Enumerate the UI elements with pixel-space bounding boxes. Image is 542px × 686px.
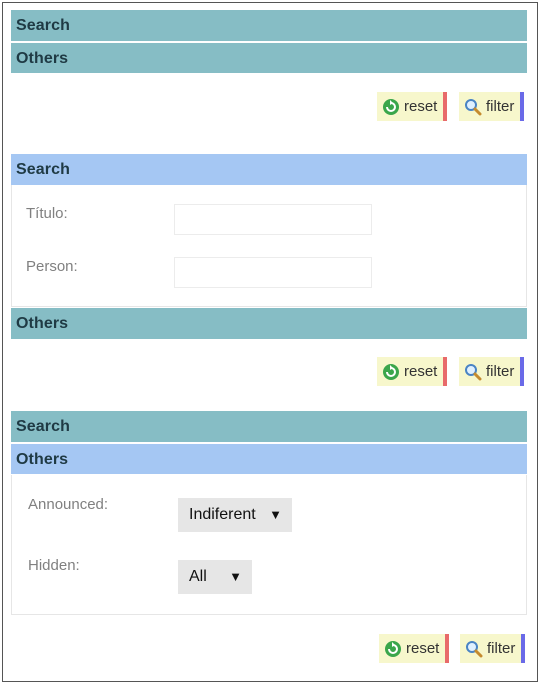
section-header-search-3[interactable]: Search xyxy=(11,411,527,442)
filter-button-2[interactable]: filter xyxy=(459,357,525,386)
section-header-search-2[interactable]: Search xyxy=(11,154,527,185)
section-header-others-1[interactable]: Others xyxy=(11,42,527,73)
announced-select-value: Indiferent xyxy=(189,506,256,523)
search-fields-panel: Título: Person: xyxy=(11,185,527,307)
reset-label: reset xyxy=(404,98,438,115)
section-header-search-1[interactable]: Search xyxy=(11,10,527,41)
reset-button-2[interactable]: reset xyxy=(377,357,448,386)
reset-button-3[interactable]: reset xyxy=(379,634,450,663)
titulo-input[interactable] xyxy=(174,204,372,235)
field-label-announced: Announced: xyxy=(28,496,109,513)
others-fields-panel: Announced: Indiferent ▼ Hidden: All ▼ xyxy=(11,475,527,615)
reset-label: reset xyxy=(404,363,438,380)
filter-button-1[interactable]: filter xyxy=(459,92,525,121)
section-header-others-3[interactable]: Others xyxy=(11,443,527,474)
section-header-label: Others xyxy=(16,50,69,67)
filter-label: filter xyxy=(486,98,515,115)
filter-panels-window: Search Others reset filter Search Título… xyxy=(2,2,538,682)
magnifier-icon xyxy=(466,641,483,658)
field-label-titulo: Título: xyxy=(26,205,68,222)
filter-label: filter xyxy=(486,363,515,380)
section-header-label: Search xyxy=(16,161,70,178)
section-header-label: Search xyxy=(16,418,70,435)
section-header-label: Others xyxy=(16,451,69,468)
magnifier-icon xyxy=(465,99,482,116)
reset-label: reset xyxy=(406,640,440,657)
refresh-icon xyxy=(385,641,401,657)
hidden-select-value: All xyxy=(189,568,207,585)
field-label-person: Person: xyxy=(26,258,78,275)
filter-button-3[interactable]: filter xyxy=(460,634,526,663)
section-header-label: Search xyxy=(16,17,70,34)
refresh-icon xyxy=(383,364,399,380)
field-label-hidden: Hidden: xyxy=(28,557,80,574)
section-header-others-2[interactable]: Others xyxy=(11,308,527,339)
announced-select[interactable]: Indiferent ▼ xyxy=(178,498,292,532)
hidden-select[interactable]: All ▼ xyxy=(178,560,252,594)
refresh-icon xyxy=(383,99,399,115)
chevron-down-icon: ▼ xyxy=(269,507,282,522)
magnifier-icon xyxy=(465,364,482,381)
person-input[interactable] xyxy=(174,257,372,288)
section-header-label: Others xyxy=(16,315,69,332)
chevron-down-icon: ▼ xyxy=(229,569,242,584)
reset-button-1[interactable]: reset xyxy=(377,92,448,121)
filter-label: filter xyxy=(487,640,516,657)
